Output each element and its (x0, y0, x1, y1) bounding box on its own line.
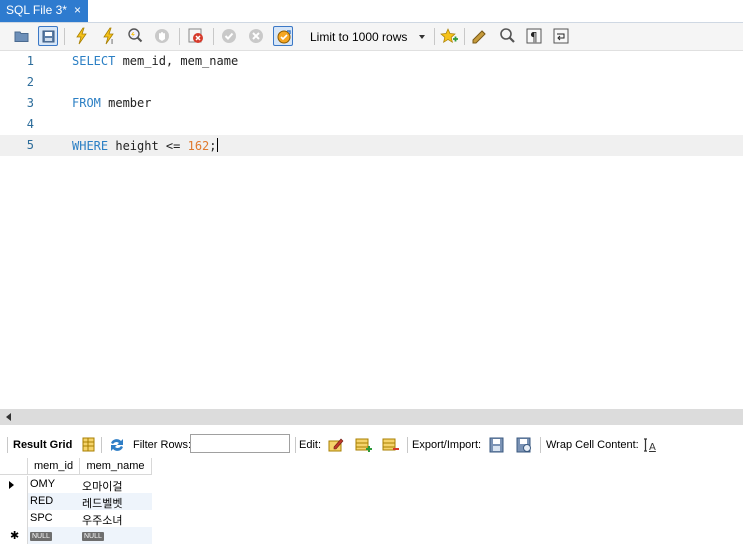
line-number: 2 (26, 75, 34, 89)
filter-rows-input[interactable] (190, 434, 290, 453)
line-number: 4 (26, 117, 34, 131)
beautify-icon[interactable] (470, 26, 490, 46)
current-code-line: 5 WHERE height <= 162; (0, 135, 743, 156)
code-line: 3 FROM member (0, 93, 743, 114)
export-icon[interactable] (487, 435, 507, 455)
invisible-chars-icon[interactable]: ¶ (524, 26, 544, 46)
result-toolbar: Result Grid Filter Rows: Edit: Export/Im… (0, 432, 743, 458)
toggle-error-icon[interactable] (186, 26, 206, 46)
line-number: 3 (26, 96, 34, 110)
table-cell[interactable]: NULL (28, 527, 80, 544)
null-badge: NULL (30, 532, 52, 541)
bookmark-icon[interactable] (439, 26, 459, 46)
table-row[interactable]: SPC 우주소녀 (0, 510, 152, 527)
edit-label: Edit: (299, 439, 322, 451)
limit-rows-label: Limit to 1000 rows (310, 30, 408, 44)
chevron-left-icon[interactable] (6, 413, 11, 421)
sql-number: 162 (187, 139, 210, 153)
code-line: 4 (0, 114, 743, 135)
table-cell[interactable]: 오마이걸 (80, 476, 152, 493)
wrap-cell-label: Wrap Cell Content: (546, 439, 639, 451)
column-header-mem-id[interactable]: mem_id (28, 458, 80, 475)
limit-rows-select[interactable]: Limit to 1000 rows (304, 26, 429, 47)
execute-current-icon[interactable]: I (99, 26, 119, 46)
sql-text: member (100, 96, 152, 110)
table-cell[interactable]: SPC (28, 510, 80, 527)
refresh-icon[interactable] (107, 435, 127, 455)
sql-keyword: SELECT (72, 54, 116, 68)
column-header-mem-name[interactable]: mem_name (80, 458, 152, 475)
filter-rows-label: Filter Rows: (133, 439, 192, 451)
table-cell[interactable]: NULL (80, 527, 152, 544)
table-cell[interactable]: OMY (28, 476, 80, 493)
current-row-arrow-icon (9, 481, 14, 489)
edit-cell-icon[interactable] (326, 435, 346, 455)
grid-view-icon[interactable] (79, 435, 99, 455)
sql-text: height <= (108, 139, 188, 153)
wrap-icon[interactable] (551, 26, 571, 46)
tab-sql-file[interactable]: SQL File 3* × (0, 0, 88, 22)
panel-splitter[interactable] (0, 409, 743, 425)
sql-text: ; (209, 139, 217, 153)
code-text: SELECT mem_id, mem_name (72, 54, 238, 68)
sql-editor[interactable]: 1 SELECT mem_id, mem_name 2 3 FROM membe… (0, 51, 743, 409)
find-icon[interactable] (497, 26, 517, 46)
sql-text: mem_id, mem_name (115, 54, 239, 68)
tab-title: SQL File 3* (6, 3, 67, 17)
new-row[interactable]: ✱ NULL NULL (0, 527, 152, 544)
explain-icon[interactable] (125, 26, 145, 46)
svg-text:A: A (649, 442, 656, 453)
rollback-icon[interactable] (246, 26, 266, 46)
open-file-icon[interactable] (12, 26, 32, 46)
save-icon[interactable] (38, 26, 58, 46)
chevron-down-icon (419, 35, 425, 39)
tab-strip: SQL File 3* × (0, 0, 743, 23)
new-row-icon: ✱ (10, 530, 20, 542)
commit-icon[interactable] (219, 26, 239, 46)
null-badge: NULL (82, 532, 104, 541)
line-number: 1 (26, 54, 34, 68)
execute-icon[interactable] (72, 26, 92, 46)
add-row-icon[interactable] (353, 435, 373, 455)
table-row[interactable]: OMY 오마이걸 (0, 476, 152, 493)
table-row[interactable]: RED 레드벨벳 (0, 493, 152, 510)
code-text: WHERE height <= 162; (72, 138, 218, 153)
svg-text:I: I (111, 38, 113, 46)
code-line: 1 SELECT mem_id, mem_name (0, 51, 743, 72)
line-number: 5 (26, 138, 34, 152)
svg-text:¶: ¶ (530, 30, 538, 44)
code-line: 2 (0, 72, 743, 93)
table-cell[interactable]: 우주소녀 (80, 510, 152, 527)
sql-toolbar: I Limit to 1000 rows ¶ (0, 23, 743, 51)
sql-keyword: WHERE (72, 139, 109, 153)
text-cursor (216, 138, 218, 152)
grid-header: mem_id mem_name (0, 458, 152, 475)
autocommit-icon[interactable] (273, 26, 293, 46)
delete-row-icon[interactable] (380, 435, 400, 455)
sql-keyword: FROM (72, 96, 101, 110)
table-cell[interactable]: RED (28, 493, 80, 510)
stop-icon[interactable] (152, 26, 172, 46)
wrap-cell-icon[interactable]: A (640, 435, 660, 455)
result-grid-label[interactable]: Result Grid (13, 439, 72, 451)
code-text: FROM member (72, 96, 151, 110)
import-icon[interactable] (514, 435, 534, 455)
close-icon[interactable]: × (74, 3, 81, 17)
export-import-label: Export/Import: (412, 439, 482, 451)
table-cell[interactable]: 레드벨벳 (80, 493, 152, 510)
